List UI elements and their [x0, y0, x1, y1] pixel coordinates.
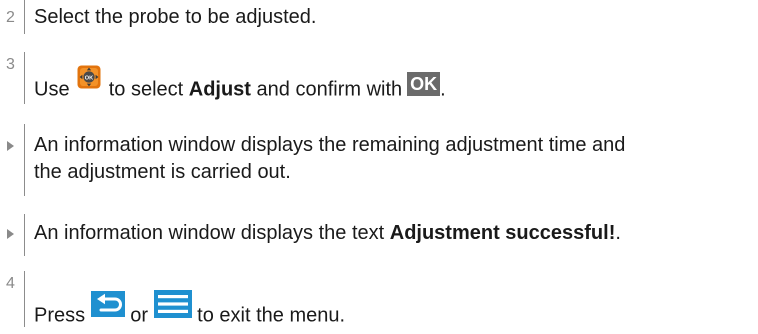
step-text: Use OK to select Adjust and confirm with… — [34, 65, 750, 106]
step-text: Select the probe to be adjusted. — [34, 6, 317, 28]
step-divider — [24, 52, 25, 104]
step-divider — [24, 124, 25, 196]
step-divider — [24, 271, 25, 327]
svg-text:OK: OK — [85, 75, 93, 81]
result-arrow-icon — [7, 229, 14, 239]
back-key-icon — [90, 291, 125, 325]
step-divider — [24, 214, 25, 256]
result-arrow-icon — [7, 141, 14, 151]
menu-key-icon — [153, 290, 192, 326]
step-text: Press or to exit the menu. — [34, 290, 750, 334]
step-number: 3 — [6, 56, 15, 73]
step-number: 4 — [6, 275, 15, 292]
joystick-icon: OK — [77, 65, 101, 97]
step-text: An information window displays the remai… — [34, 134, 626, 183]
step-text: An information window displays the text … — [34, 222, 621, 244]
ok-key-icon: OK — [407, 72, 441, 96]
step-number: 2 — [6, 9, 15, 26]
step-divider — [24, 0, 25, 34]
